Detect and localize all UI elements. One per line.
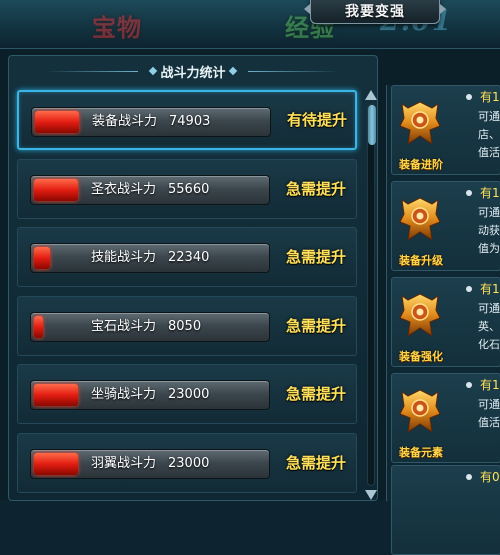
guide-card-title: 有0 (480, 470, 500, 484)
guide-card-description: 可通 店、 值活 (478, 110, 500, 159)
power-progress-fill (34, 247, 50, 269)
power-value: 8050 (168, 318, 202, 334)
diamond-icon (228, 66, 237, 76)
improve-status-button[interactable]: 急需提升 (276, 365, 356, 423)
power-progress-bar: 圣衣战斗力 55660 (30, 174, 270, 205)
guide-card[interactable]: 装备元素 有12 可通 值活 (391, 373, 500, 463)
guide-card-name: 装备元素 (399, 446, 443, 459)
power-progress-bar: 坐骑战斗力 23000 (30, 380, 270, 410)
combat-power-row[interactable]: 装备战斗力 74903 有待提升 (17, 90, 357, 150)
power-category-label: 宝石战斗力 (91, 318, 157, 334)
guide-card[interactable]: 装备强化 有12 可通 英、 化石 (391, 277, 500, 367)
power-category-label: 圣衣战斗力 (91, 181, 157, 197)
header-divider-left (46, 70, 139, 72)
power-value: 22340 (168, 250, 210, 265)
combat-power-row[interactable]: 宝石战斗力 8050 急需提升 (17, 295, 357, 356)
bullet-dot-icon (466, 94, 472, 100)
diamond-icon (149, 66, 158, 76)
combat-power-row[interactable]: 坐骑战斗力 23000 急需提升 (17, 364, 357, 424)
panel-header: 战斗力统计 (9, 56, 377, 86)
guide-card-name: 装备升级 (399, 254, 443, 267)
guide-card-name: 装备进阶 (399, 158, 443, 171)
bullet-dot-icon (466, 190, 472, 196)
rank-up-badge-icon (398, 100, 442, 150)
combat-power-row[interactable]: 圣衣战斗力 55660 急需提升 (17, 158, 357, 219)
main-frame: 战斗力统计 装备战斗力 74903 有待提升 圣衣战斗力 55660 急需提升 技能战斗力 2… (0, 48, 500, 555)
power-category-label: 技能战斗力 (91, 250, 157, 265)
power-progress-bar: 装备战斗力 74903 (31, 107, 271, 137)
power-row-text: 羽翼战斗力 23000 (91, 450, 209, 478)
window-title: 我要变强 (345, 3, 405, 20)
guide-card-title: 有12 (480, 282, 500, 296)
bullet-dot-icon (466, 382, 472, 388)
power-category-label: 羽翼战斗力 (91, 455, 157, 471)
guide-card[interactable]: 装备进阶 有12 可通 店、 值活 (391, 85, 500, 175)
scroll-thumb[interactable] (368, 105, 376, 145)
top-banner: 宝物 经验 2.01 我要变强 (0, 0, 500, 48)
guide-card-title: 有12 (480, 378, 500, 392)
guide-card-title: 有12 (480, 186, 500, 200)
guide-card-description: 可通 值活 (478, 398, 500, 429)
power-progress-bar: 技能战斗力 22340 (30, 243, 270, 273)
power-value: 55660 (168, 181, 210, 197)
power-category-label: 坐骑战斗力 (91, 387, 157, 402)
guide-card-description: 可通 英、 化石 (478, 302, 500, 351)
window-title-plate: 我要变强 (310, 0, 440, 24)
power-progress-bar: 羽翼战斗力 23000 (30, 448, 270, 479)
improve-status-button[interactable]: 急需提升 (276, 434, 356, 492)
scroll-down-arrow-icon[interactable] (365, 490, 377, 500)
guide-card-title: 有12 (480, 90, 500, 104)
improvement-guide-panel: 装备进阶有12可通 店、 值活装备升级有12可通 动获 值为装备强化有12可通 … (386, 85, 500, 555)
enhance-badge-icon (398, 292, 442, 342)
guide-card[interactable]: 装备升级 有12 可通 动获 值为 (391, 181, 500, 271)
panel-title: 战斗力统计 (160, 65, 226, 81)
combat-power-row[interactable]: 技能战斗力 22340 急需提升 (17, 227, 357, 287)
bullet-dot-icon (466, 286, 472, 292)
power-progress-fill (34, 452, 78, 475)
combat-power-panel: 战斗力统计 装备战斗力 74903 有待提升 圣衣战斗力 55660 急需提升 技能战斗力 2… (8, 55, 378, 501)
improve-status-button[interactable]: 急需提升 (276, 160, 356, 218)
improve-status-button[interactable]: 急需提升 (276, 297, 356, 355)
guide-card-description: 可通 动获 值为 (478, 206, 500, 255)
power-progress-fill (34, 315, 43, 338)
power-progress-fill (34, 384, 78, 406)
power-value: 23000 (168, 455, 210, 471)
guide-card[interactable]: 有0 (391, 465, 500, 555)
power-category-label: 装备战斗力 (92, 114, 158, 129)
guide-card-name: 装备强化 (399, 350, 443, 363)
power-progress-fill (35, 111, 79, 133)
power-row-text: 圣衣战斗力 55660 (91, 176, 209, 204)
banner-decoration-left: 宝物 (92, 14, 142, 42)
power-row-text: 技能战斗力 22340 (91, 244, 209, 272)
power-value: 74903 (169, 114, 211, 129)
scroll-up-arrow-icon[interactable] (365, 90, 377, 100)
scroll-track[interactable] (367, 104, 376, 486)
power-progress-fill (34, 178, 78, 201)
level-up-badge-icon (398, 196, 442, 246)
power-row-text: 装备战斗力 74903 (92, 108, 210, 136)
header-divider-right (247, 70, 340, 72)
improve-status-button[interactable]: 急需提升 (276, 228, 356, 286)
list-scrollbar[interactable] (365, 90, 377, 500)
combat-power-row[interactable]: 羽翼战斗力 23000 急需提升 (17, 432, 357, 493)
power-value: 23000 (168, 387, 210, 402)
bullet-dot-icon (466, 474, 472, 480)
power-row-text: 坐骑战斗力 23000 (91, 381, 209, 409)
power-row-text: 宝石战斗力 8050 (91, 313, 201, 341)
power-progress-bar: 宝石战斗力 8050 (30, 311, 270, 342)
element-badge-icon (398, 388, 442, 438)
improve-status-button[interactable]: 有待提升 (277, 92, 357, 150)
